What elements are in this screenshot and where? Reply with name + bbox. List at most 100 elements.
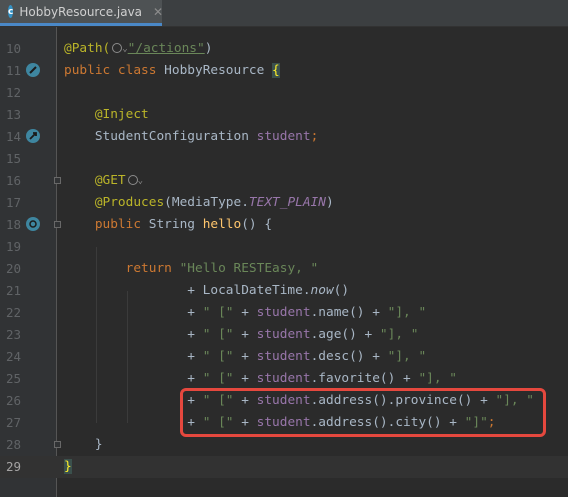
code-line[interactable]: 29} bbox=[0, 456, 568, 478]
code-token: public class bbox=[64, 63, 165, 78]
code-line[interactable]: 23 + " [" + student.age() + "], " bbox=[0, 324, 568, 346]
bean-gutter-icon[interactable] bbox=[26, 63, 40, 77]
code-token: "], " bbox=[387, 305, 427, 320]
code-line[interactable]: 19 bbox=[0, 236, 568, 258]
code-text[interactable]: + " [" + student.desc() + "], " bbox=[64, 346, 426, 368]
line-number: 19 bbox=[5, 239, 21, 254]
code-text[interactable]: @GET ⌄ bbox=[64, 170, 143, 192]
inject-gutter-icon[interactable] bbox=[26, 129, 40, 143]
code-token: + bbox=[233, 371, 257, 386]
line-number: 18 bbox=[5, 217, 21, 232]
code-token: return bbox=[64, 261, 180, 276]
code-text[interactable]: } bbox=[64, 434, 103, 456]
code-token: @GET bbox=[64, 173, 126, 188]
code-token: student bbox=[256, 371, 311, 386]
code-token: () { bbox=[241, 217, 273, 232]
code-text[interactable]: return "Hello RESTEasy, " bbox=[64, 258, 319, 280]
line-number: 15 bbox=[5, 151, 21, 166]
code-token: "Hello RESTEasy, " bbox=[179, 261, 319, 276]
line-number: 13 bbox=[5, 107, 21, 122]
code-text[interactable]: @Inject bbox=[64, 104, 149, 126]
code-token: .name() + bbox=[310, 305, 388, 320]
code-line[interactable]: 17 @Produces(MediaType.TEXT_PLAIN) bbox=[0, 192, 568, 214]
code-line[interactable]: 22 + " [" + student.name() + "], " bbox=[0, 302, 568, 324]
line-number: 26 bbox=[5, 393, 21, 408]
code-token: public bbox=[64, 217, 149, 232]
code-line[interactable]: 28 } bbox=[0, 434, 568, 456]
code-token: ; bbox=[310, 129, 319, 144]
code-token: student bbox=[256, 129, 311, 144]
code-text[interactable]: + " [" + student.name() + "], " bbox=[64, 302, 426, 324]
line-number: 11 bbox=[5, 63, 21, 78]
line-number: 25 bbox=[5, 371, 21, 386]
line-number: 17 bbox=[5, 195, 21, 210]
code-line[interactable]: 12 bbox=[0, 82, 568, 104]
code-token: ) bbox=[325, 195, 334, 210]
code-token: "], " bbox=[418, 371, 457, 386]
code-token: " [" bbox=[202, 305, 234, 320]
code-line[interactable]: 10 @Path(⌄"/actions") bbox=[0, 38, 568, 60]
code-token: } bbox=[64, 459, 72, 474]
code-token: now bbox=[310, 283, 334, 298]
url-mapping-icon[interactable] bbox=[112, 43, 123, 53]
code-token: .desc() + bbox=[310, 349, 388, 364]
code-line[interactable]: 18 public String hello() { bbox=[0, 214, 568, 236]
line-number: 24 bbox=[5, 349, 21, 364]
code-token: hello bbox=[202, 217, 242, 232]
url-mapping-icon[interactable] bbox=[127, 175, 138, 185]
code-text[interactable]: @Path(⌄"/actions") bbox=[64, 38, 212, 60]
line-number: 29 bbox=[5, 459, 21, 474]
code-token: "], " bbox=[379, 327, 419, 342]
code-text[interactable]: + " [" + student.favorite() + "], " bbox=[64, 368, 457, 390]
code-line[interactable]: 14 StudentConfiguration student; bbox=[0, 126, 568, 148]
code-line[interactable]: 24 + " [" + student.desc() + "], " bbox=[0, 346, 568, 368]
code-token: " [" bbox=[202, 371, 234, 386]
code-text[interactable]: } bbox=[64, 456, 72, 478]
code-line[interactable]: 21 + LocalDateTime.now() bbox=[0, 280, 568, 302]
code-token: @Produces bbox=[64, 195, 165, 210]
code-token: @Inject bbox=[64, 107, 149, 122]
code-text[interactable]: StudentConfiguration student; bbox=[64, 126, 318, 148]
code-token: .favorite() + bbox=[310, 371, 419, 386]
line-number: 20 bbox=[5, 261, 21, 276]
editor-tab-bar: c HobbyResource.java ✕ bbox=[0, 0, 568, 27]
line-number: 21 bbox=[5, 283, 21, 298]
code-text[interactable]: public String hello() { bbox=[64, 214, 272, 236]
code-token: + LocalDateTime. bbox=[64, 283, 311, 298]
code-line[interactable]: 25 + " [" + student.favorite() + "], " bbox=[0, 368, 568, 390]
code-token: String bbox=[148, 217, 203, 232]
code-text[interactable]: public class HobbyResource { bbox=[64, 60, 280, 82]
code-token: + bbox=[233, 349, 257, 364]
code-token: StudentConfiguration bbox=[64, 129, 257, 144]
code-text[interactable]: + " [" + student.age() + "], " bbox=[64, 324, 418, 346]
code-line[interactable]: 15 bbox=[0, 148, 568, 170]
code-token: HobbyResource bbox=[164, 63, 273, 78]
endpoint-gutter-icon[interactable] bbox=[26, 217, 40, 231]
line-number: 10 bbox=[5, 41, 21, 56]
fold-marker[interactable] bbox=[54, 177, 61, 184]
code-token: student bbox=[256, 305, 311, 320]
code-token: + bbox=[64, 327, 203, 342]
code-token: } bbox=[64, 437, 103, 452]
code-text[interactable]: + LocalDateTime.now() bbox=[64, 280, 349, 302]
code-token: "/actions" bbox=[127, 41, 205, 56]
line-number: 14 bbox=[5, 129, 21, 144]
code-line[interactable]: 20 return "Hello RESTEasy, " bbox=[0, 258, 568, 280]
code-token: " [" bbox=[202, 327, 234, 342]
code-token: (MediaType. bbox=[164, 195, 249, 210]
line-number: 23 bbox=[5, 327, 21, 342]
close-icon[interactable]: ✕ bbox=[153, 5, 163, 19]
line-number: 28 bbox=[5, 437, 21, 452]
fold-marker[interactable] bbox=[54, 221, 61, 228]
code-token: @Path( bbox=[64, 41, 111, 56]
code-line[interactable]: 11 public class HobbyResource { bbox=[0, 60, 568, 82]
editor-tab-hobbyresource[interactable]: c HobbyResource.java ✕ bbox=[0, 0, 163, 26]
line-number: 12 bbox=[5, 85, 21, 100]
chevron-down-icon[interactable]: ⌄ bbox=[138, 176, 143, 186]
code-line[interactable]: 16 @GET ⌄ bbox=[0, 170, 568, 192]
code-text[interactable]: @Produces(MediaType.TEXT_PLAIN) bbox=[64, 192, 334, 214]
code-line[interactable]: 13 @Inject bbox=[0, 104, 568, 126]
highlight-box bbox=[180, 388, 546, 437]
fold-marker[interactable] bbox=[54, 441, 61, 448]
java-class-icon: c bbox=[8, 5, 14, 18]
